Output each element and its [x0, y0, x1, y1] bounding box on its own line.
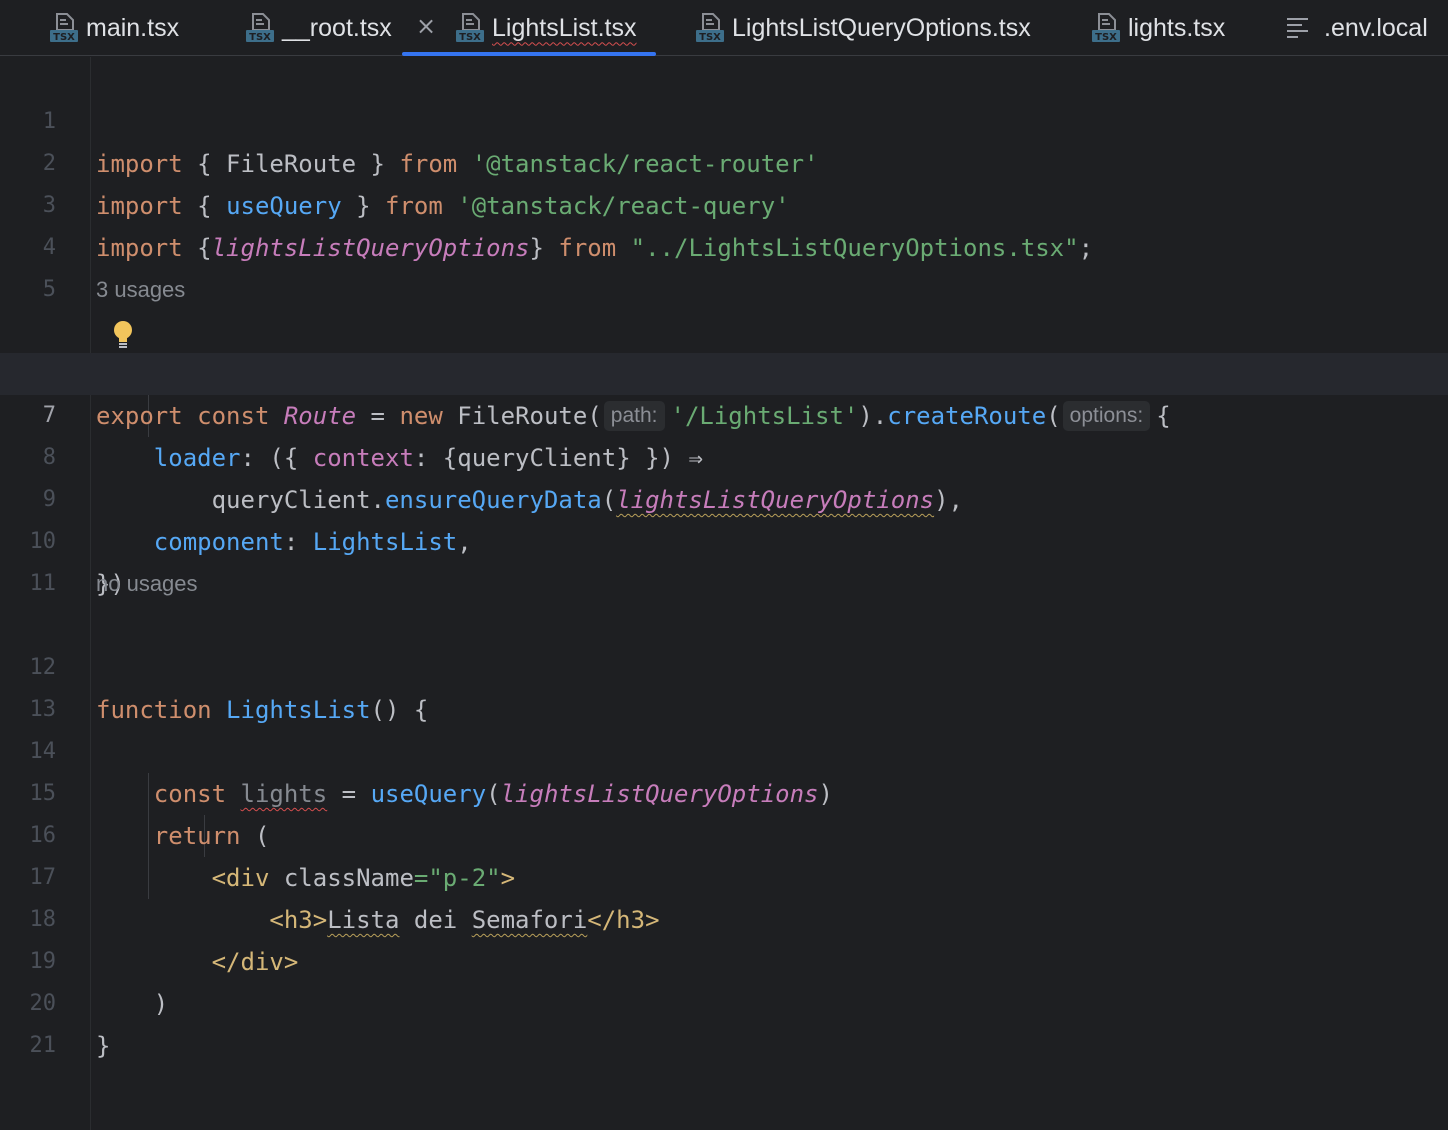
tab-label: LightsListQueryOptions.tsx [732, 13, 1031, 42]
usages-hint[interactable]: 3 usages [96, 269, 185, 311]
code-line-2[interactable]: 2 import { useQuery } from '@tanstack/re… [0, 101, 1448, 220]
tab-main-tsx[interactable]: TSX main.tsx [48, 0, 179, 56]
tsx-file-icon: TSX [48, 12, 80, 44]
code-line-7[interactable]: 7 loader: ({ context: {queryClient} }) ⇒ [0, 353, 1448, 472]
tab-env-local[interactable]: .env.local [1286, 0, 1428, 56]
code-line-20[interactable]: 20 } [0, 941, 1448, 1060]
tab-root-tsx[interactable]: TSX __root.tsx [244, 0, 392, 56]
tab-lights-tsx[interactable]: TSX lights.tsx [1090, 0, 1225, 56]
code-line-19[interactable]: 19 ) [0, 899, 1448, 1018]
svg-text:TSX: TSX [699, 32, 721, 43]
code-line-8[interactable]: 8 queryClient.ensureQueryData(lightsList… [0, 395, 1448, 514]
code-text: } [96, 1032, 111, 1060]
line-number: 11 [29, 571, 57, 596]
code-line-3[interactable]: 3 import {lightsListQueryOptions} from "… [0, 143, 1448, 262]
editor-tab-bar: TSX main.tsx TSX __root.tsx × TSX Lights… [0, 0, 1448, 56]
code-line-21[interactable]: 21 [0, 983, 1448, 1058]
svg-text:TSX: TSX [53, 32, 75, 43]
tab-lightslist-tsx[interactable]: TSX LightsList.tsx [402, 0, 656, 56]
tsx-file-icon: TSX [454, 12, 486, 44]
svg-text:TSX: TSX [459, 32, 481, 43]
tab-label: .env.local [1324, 13, 1428, 42]
tab-label: __root.tsx [282, 13, 392, 42]
line-number: 5 [42, 277, 56, 302]
code-line-4[interactable]: 4 [0, 185, 1448, 260]
code-line-17[interactable]: 17 <h3>Lista dei Semafori</h3> [0, 815, 1448, 934]
code-line-6[interactable]: 6 export const Route = new FileRoute(pat… [0, 311, 1448, 431]
svg-text:TSX: TSX [1095, 32, 1117, 43]
tsx-file-icon: TSX [244, 12, 276, 44]
code-line-10[interactable]: 10 }) [0, 479, 1448, 598]
code-line-11[interactable]: 11 [0, 521, 1448, 596]
code-line-5[interactable]: 5 [0, 227, 1448, 302]
text-file-icon [1287, 18, 1308, 38]
code-line-12[interactable]: 12 function LightsList() { [0, 605, 1448, 724]
line-number: 21 [29, 1033, 57, 1058]
tsx-file-icon: TSX [1090, 12, 1122, 44]
usages-hint[interactable]: no usages [96, 563, 198, 605]
tab-label: lights.tsx [1128, 13, 1226, 42]
tab-label: LightsList.tsx [492, 13, 637, 42]
code-line-15[interactable]: 15 return ( [0, 731, 1448, 850]
active-tab-indicator [402, 52, 656, 56]
tab-lightslistqueryoptions-tsx[interactable]: TSX LightsListQueryOptions.tsx [694, 0, 1031, 56]
code-editor[interactable]: 1 import { FileRoute } from '@tanstack/r… [0, 57, 1448, 1130]
lightbulb-icon[interactable] [112, 319, 134, 351]
tab-label: main.tsx [86, 13, 180, 42]
code-line-13[interactable]: 13 [0, 647, 1448, 722]
tsx-file-icon: TSX [694, 12, 726, 44]
svg-text:TSX: TSX [249, 32, 271, 43]
code-line-14[interactable]: 14 const lights = useQuery(lightsListQue… [0, 689, 1448, 808]
code-line-9[interactable]: 9 component: LightsList, [0, 437, 1448, 556]
code-line-16[interactable]: 16 <div className="p-2"> [0, 773, 1448, 892]
code-line-18[interactable]: 18 </div> [0, 857, 1448, 976]
code-line-1[interactable]: 1 import { FileRoute } from '@tanstack/r… [0, 59, 1448, 178]
